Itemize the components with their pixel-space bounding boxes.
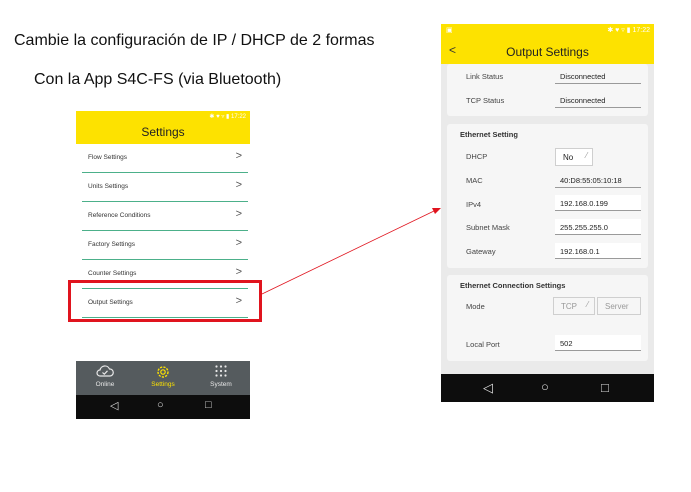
local-port-input[interactable]: 502 <box>555 335 641 351</box>
local-port-label: Local Port <box>466 340 500 349</box>
dropdown-caret-icon: ⁄ <box>587 300 589 309</box>
output-settings-screen: ▣ ✱ ♥ ▿ ▮ 17:22 < Output Settings Link S… <box>441 24 654 402</box>
mode-protocol-select[interactable]: TCP <box>553 297 595 315</box>
back-icon[interactable]: ◁ <box>483 380 493 396</box>
tcp-status-label: TCP Status <box>466 96 505 105</box>
mode-role-select[interactable]: Server <box>597 297 641 315</box>
gateway-input[interactable]: 192.168.0.1 <box>555 243 641 259</box>
link-status-card: Link Status Disconnected TCP Status Disc… <box>447 64 648 116</box>
home-icon[interactable]: ○ <box>541 379 549 394</box>
ethernet-setting-heading: Ethernet Setting <box>460 130 518 139</box>
android-system-bar: ◁ ○ □ <box>441 374 654 402</box>
ipv4-input[interactable]: 192.168.0.199 <box>555 195 641 211</box>
subnet-mask-label: Subnet Mask <box>466 223 510 232</box>
link-status-label: Link Status <box>466 72 504 81</box>
link-status-value: Disconnected <box>555 68 641 84</box>
mac-value: 40:D8:55:05:10:18 <box>555 172 641 188</box>
tcp-status-value: Disconnected <box>555 92 641 108</box>
recent-apps-icon[interactable]: □ <box>601 380 609 395</box>
ethernet-setting-card: Ethernet Setting DHCP No ⁄ MAC 40:D8:55:… <box>447 124 648 268</box>
status-bar: ✱ ♥ ▿ ▮ 17:22 <box>607 27 650 34</box>
mode-label: Mode <box>466 302 485 311</box>
dropdown-caret-icon: ⁄ <box>586 151 588 160</box>
ipv4-label: IPv4 <box>466 200 482 209</box>
subnet-mask-input[interactable]: 255.255.255.0 <box>555 219 641 235</box>
mac-label: MAC <box>466 176 483 185</box>
dhcp-label: DHCP <box>466 152 488 161</box>
ethernet-connection-card: Ethernet Connection Settings Mode TCP ⁄ … <box>447 275 648 361</box>
notification-icon: ▣ <box>446 27 453 34</box>
gateway-label: Gateway <box>466 247 496 256</box>
output-settings-header: ▣ ✱ ♥ ▿ ▮ 17:22 < Output Settings <box>441 24 654 64</box>
ethernet-connection-heading: Ethernet Connection Settings <box>460 281 566 290</box>
output-settings-title: Output Settings <box>506 45 589 59</box>
